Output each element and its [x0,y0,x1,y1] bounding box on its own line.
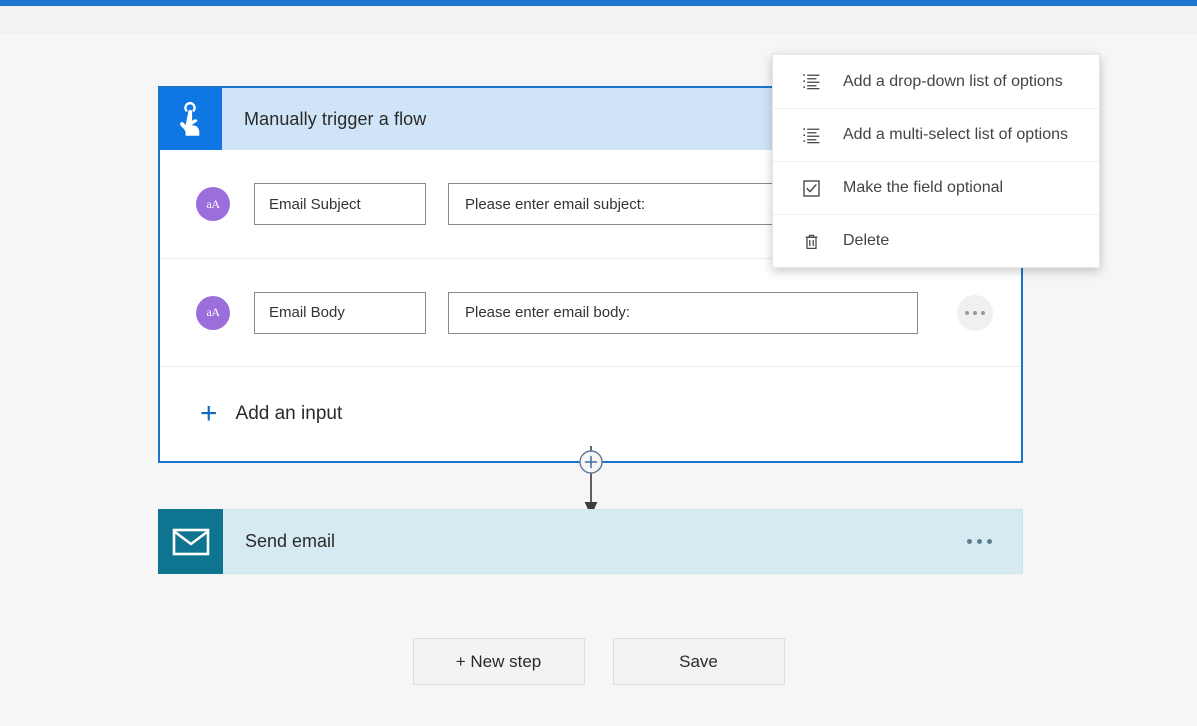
tap-hand-icon [160,88,222,150]
menu-item-make-field-optional[interactable]: Make the field optional [773,161,1099,214]
ellipsis-icon [967,539,972,544]
avatar-glyph: aA [206,305,221,319]
input-row-menu-button-email-body[interactable] [957,294,993,331]
plus-circle-arrow-icon[interactable] [577,446,605,518]
menu-item-label: Add a multi-select list of options [843,126,1068,143]
plus-icon: + [200,397,218,430]
save-button[interactable]: Save [612,638,785,685]
input-context-menu[interactable]: Add a drop-down list of options Add a mu… [772,54,1100,268]
flow-designer-canvas: Manually trigger a flow aA Email Subject… [0,34,1197,726]
ellipsis-icon [965,310,969,315]
input-name-field-email-subject[interactable]: Email Subject [254,183,426,225]
menu-item-label: Make the field optional [843,179,1004,196]
input-name-field-email-body[interactable]: Email Body [254,291,426,334]
ellipsis-icon [977,539,982,544]
text-size-aa-icon: aA [196,187,230,221]
menu-item-add-dropdown-list[interactable]: Add a drop-down list of options [773,55,1099,108]
trigger-card-manually-trigger-a-flow[interactable]: Manually trigger a flow aA Email Subject… [158,54,1100,463]
input-row-email-body: aA Email Body Please enter email body: [160,258,1021,366]
trigger-card-title: Manually trigger a flow [244,108,427,129]
action-card-title: Send email [245,531,336,551]
flow-connector [579,446,603,518]
input-description-field-email-body[interactable]: Please enter email body: [448,291,918,334]
menu-item-add-multiselect-list[interactable]: Add a multi-select list of options [773,108,1099,161]
top-toolbar-band [0,6,1197,34]
avatar-glyph: aA [206,196,221,211]
text-size-aa-icon: aA [196,295,230,330]
ordered-list-icon [801,125,821,145]
add-an-input-label: Add an input [235,403,343,424]
ellipsis-icon [987,539,992,544]
footer-button-group: + New step Save [0,638,1197,685]
ellipsis-icon [973,310,977,315]
checkbox-checked-icon [801,178,821,198]
action-card-send-email[interactable]: Send email [158,509,1023,574]
ordered-list-icon [801,72,821,92]
action-card-menu-button[interactable] [961,531,998,552]
menu-item-label: Add a drop-down list of options [843,72,1063,90]
new-step-button[interactable]: + New step [412,638,585,685]
menu-item-delete[interactable]: Delete [773,214,1099,267]
envelope-icon [158,509,223,574]
menu-item-label: Delete [843,232,890,249]
ellipsis-icon [981,310,985,315]
trash-icon [801,231,821,251]
